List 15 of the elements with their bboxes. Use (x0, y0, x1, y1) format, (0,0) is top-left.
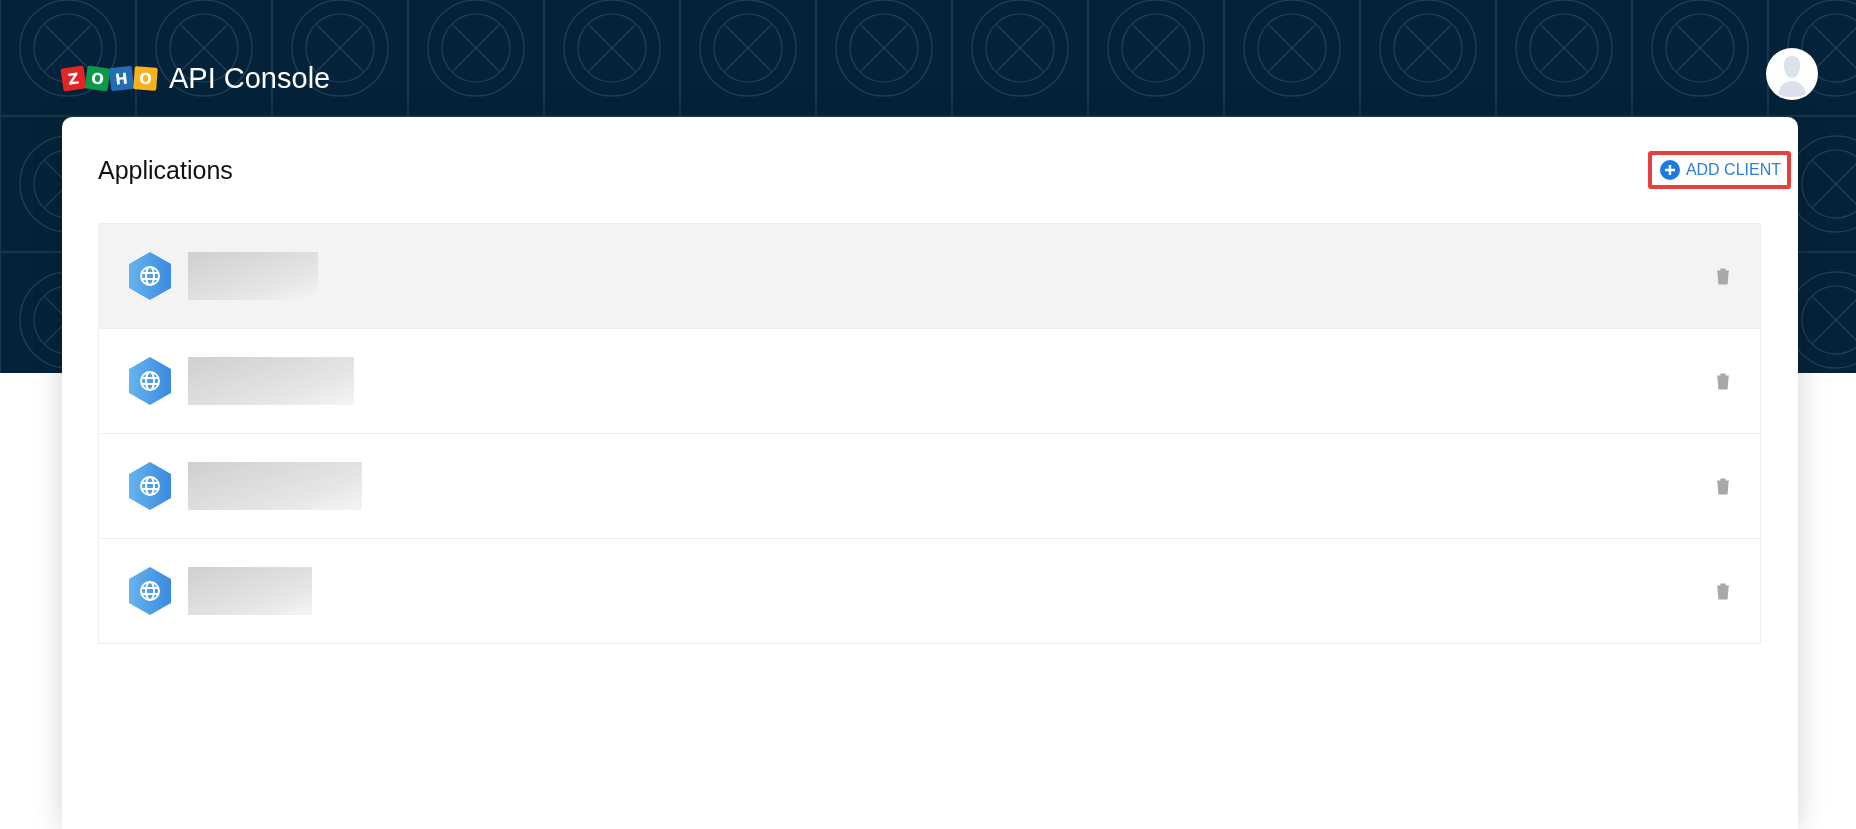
trash-icon[interactable] (1716, 267, 1730, 285)
app-title: API Console (169, 62, 331, 95)
plus-icon (1659, 160, 1680, 180)
trash-icon[interactable] (1716, 582, 1730, 600)
trash-icon[interactable] (1716, 477, 1730, 495)
globe-icon (127, 356, 173, 406)
add-client-button[interactable]: ADD CLIENT (1647, 151, 1791, 189)
logo-letter: O (133, 66, 158, 91)
section-title: Applications (98, 155, 233, 185)
globe-icon (127, 251, 173, 301)
client-row[interactable] (99, 224, 1760, 328)
globe-icon (127, 461, 173, 511)
globe-icon (127, 566, 173, 616)
trash-icon[interactable] (1716, 372, 1730, 390)
avatar-icon[interactable] (1766, 48, 1818, 100)
